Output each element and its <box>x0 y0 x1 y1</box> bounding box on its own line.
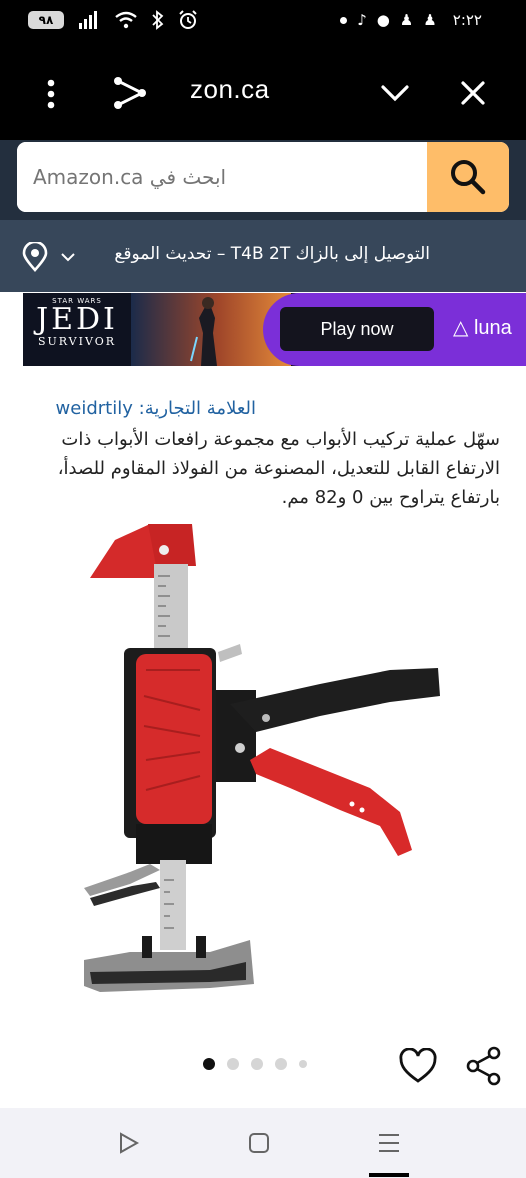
delivery-location-bar[interactable]: التوصيل إلى بالزاك T4B 2T – تحديث الموقع <box>0 220 526 292</box>
menu-lines-icon[interactable] <box>378 1132 400 1154</box>
url-text[interactable]: zon.ca <box>190 74 270 105</box>
carousel-dots <box>203 1058 307 1070</box>
wifi-icon <box>115 11 137 29</box>
system-navigation-bar <box>0 1108 526 1178</box>
chevron-down-icon-small <box>61 253 75 262</box>
play-now-button[interactable]: Play now <box>280 307 434 351</box>
carousel-dot[interactable] <box>299 1060 307 1068</box>
product-description: سهّل عملية تركيب الأبواب مع مجموعة رافعا… <box>57 429 500 508</box>
luna-logo: △ luna <box>453 315 512 340</box>
signal-icon <box>79 11 97 29</box>
search-box <box>17 142 509 212</box>
carousel-dot[interactable] <box>275 1058 287 1070</box>
luna-icon: △ <box>453 317 469 339</box>
tiktok-icon: ♪ <box>357 11 367 29</box>
home-square-icon[interactable] <box>248 1132 270 1154</box>
ad-banner[interactable]: STAR WARS JEDI SURVIVOR Play now △ luna <box>23 293 526 366</box>
ad-game-logo: STAR WARS JEDI SURVIVOR <box>23 293 131 366</box>
person-icon-2: ♟ <box>423 11 437 29</box>
heart-icon[interactable] <box>399 1048 437 1084</box>
share-icon-product[interactable] <box>466 1046 502 1086</box>
close-icon[interactable] <box>460 80 486 106</box>
chevron-down-icon[interactable] <box>380 84 410 102</box>
carousel-dot[interactable] <box>227 1058 239 1070</box>
bluetooth-icon <box>152 10 164 30</box>
home-indicator <box>369 1173 409 1177</box>
share-icon[interactable] <box>112 76 148 110</box>
more-options-icon[interactable] <box>44 79 58 109</box>
search-icon <box>451 160 486 195</box>
location-pin-icon <box>22 242 48 272</box>
product-image[interactable] <box>60 520 480 1000</box>
carousel-dot[interactable] <box>203 1058 215 1070</box>
message-icon: ● <box>376 11 390 29</box>
carousel-dot[interactable] <box>251 1058 263 1070</box>
person-icon: ♟ <box>399 11 414 29</box>
ad-subtitle: SURVIVOR <box>37 335 117 348</box>
browser-toolbar: zon.ca <box>0 46 526 140</box>
ad-title: JEDI <box>36 302 118 337</box>
brand-line[interactable]: العلامة التجارية: weidrtily <box>56 398 256 419</box>
back-triangle-icon[interactable] <box>118 1132 140 1154</box>
clock-text: ٢:٢٢ <box>452 11 482 29</box>
search-button[interactable] <box>427 142 509 212</box>
battery-indicator: ٩٨ <box>28 11 64 29</box>
search-input[interactable] <box>17 142 427 212</box>
notification-dot-icon <box>340 16 348 24</box>
status-bar: ٩٨ ♪ ● ♟ ♟ ٢:٢٢ <box>0 0 526 46</box>
brand-label: العلامة التجارية: <box>138 398 256 419</box>
alarm-icon <box>179 10 197 29</box>
delivery-location-text: التوصيل إلى بالزاك T4B 2T – تحديث الموقع <box>114 244 430 264</box>
brand-name[interactable]: weidrtily <box>56 398 133 419</box>
luna-text: luna <box>473 317 512 339</box>
